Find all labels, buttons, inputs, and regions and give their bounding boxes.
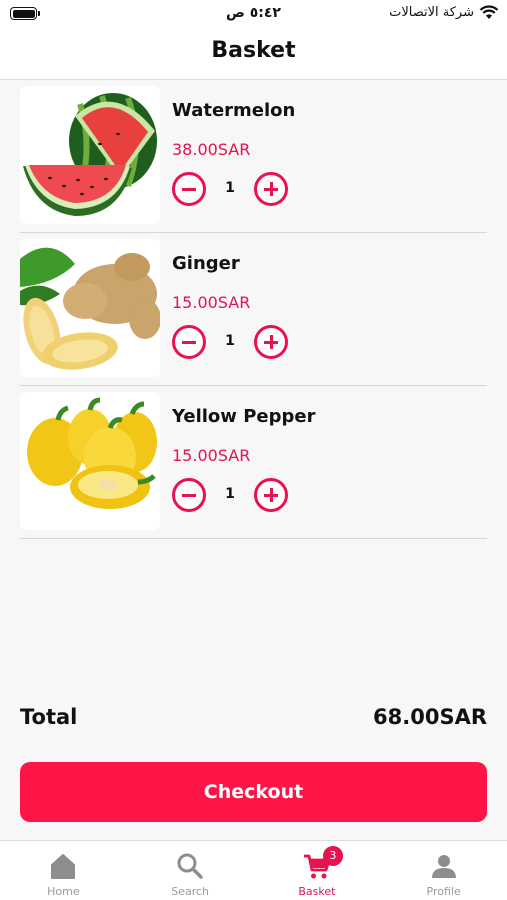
tab-home[interactable]: Home [0,841,127,900]
basket-list: Watermelon 38.00SAR 1 Ginger 15.00SAR 1 … [20,80,487,539]
total-value: 68.00SAR [373,705,487,729]
minus-icon[interactable] [172,478,206,512]
checkout-button[interactable]: Checkout [20,762,487,822]
minus-icon[interactable] [172,172,206,206]
item-name: Yellow Pepper [172,406,316,427]
quantity-stepper: 1 [172,172,292,206]
search-icon [175,851,205,881]
tab-bar: Home Search 3 Basket Profile [0,840,507,900]
wifi-icon [479,5,499,20]
status-bar: ٥:٤٢ ص شركة الاتصالات [0,0,507,28]
cart-count-badge: 3 [322,846,343,866]
total-label: Total [20,705,78,729]
basket-item: Ginger 15.00SAR 1 [20,233,487,386]
item-quantity: 1 [225,333,235,349]
basket-item: Watermelon 38.00SAR 1 [20,80,487,233]
tab-label: Home [47,885,80,898]
quantity-stepper: 1 [172,325,292,359]
status-carrier-group: شركة الاتصالات [389,5,499,20]
quantity-stepper: 1 [172,478,292,512]
tab-search[interactable]: Search [127,841,254,900]
item-price: 15.00SAR [172,293,251,312]
plus-icon[interactable] [254,478,288,512]
tab-label: Profile [426,885,461,898]
watermelon-image [20,86,160,224]
total-row: Total 68.00SAR [20,705,487,735]
plus-icon[interactable] [254,325,288,359]
item-name: Watermelon [172,100,296,121]
tab-basket[interactable]: 3 Basket [254,841,381,900]
ginger-image [20,239,160,377]
page-title: Basket [211,38,296,63]
item-name: Ginger [172,253,240,274]
item-price: 15.00SAR [172,446,251,465]
basket-item: Yellow Pepper 15.00SAR 1 [20,386,487,539]
plus-icon[interactable] [254,172,288,206]
tab-label: Basket [298,885,336,898]
tab-label: Search [171,885,210,898]
person-icon [429,851,459,881]
tab-profile[interactable]: Profile [380,841,507,900]
yellow-pepper-image [20,392,160,530]
nav-bar: Basket [0,28,507,80]
item-quantity: 1 [225,486,235,502]
item-quantity: 1 [225,180,235,196]
carrier-name: شركة الاتصالات [389,5,474,20]
home-icon [48,851,78,881]
minus-icon[interactable] [172,325,206,359]
item-price: 38.00SAR [172,140,251,159]
